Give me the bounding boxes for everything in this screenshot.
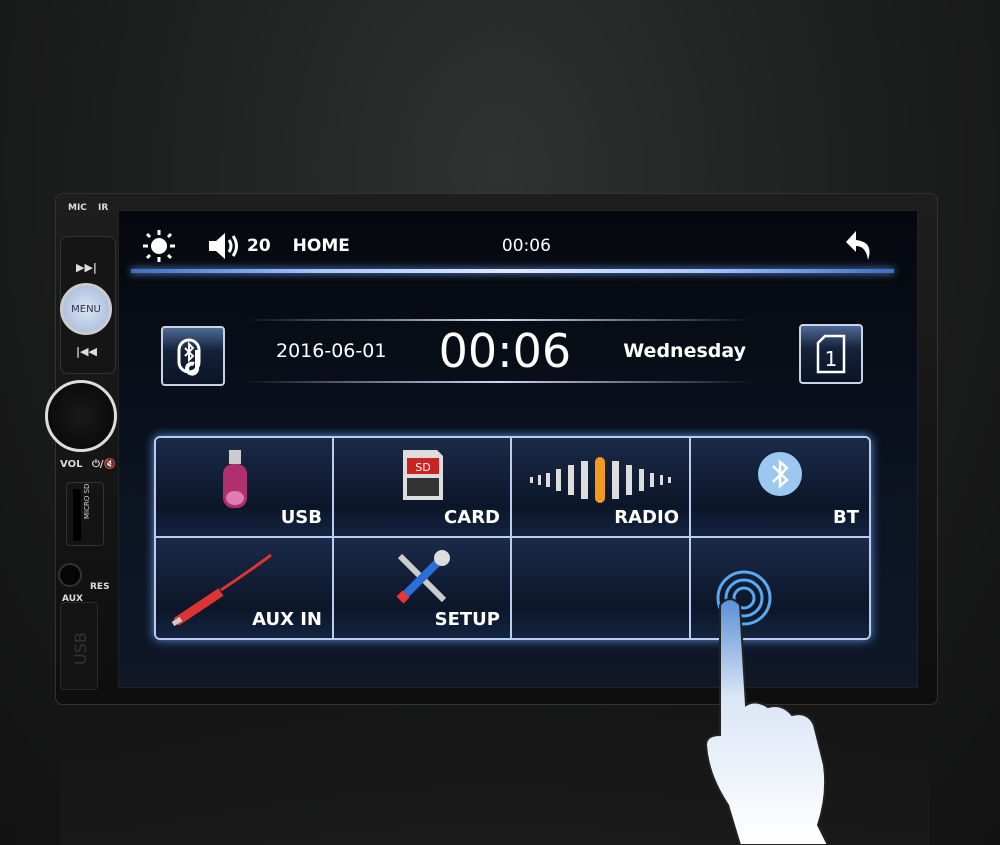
menu-button[interactable]: MENU [60,283,112,335]
radio-wave-icon [529,457,671,503]
volume-icon[interactable] [207,231,243,261]
mic-label: MIC [68,203,87,213]
mode-label: HOME [292,236,350,256]
back-icon[interactable] [844,229,874,263]
tile-bt[interactable]: BT [691,438,869,538]
bluetooth-music-button[interactable] [161,326,225,386]
next-track-button[interactable]: ▶▶| [76,261,97,274]
date-text: 2016-06-01 [276,340,387,362]
power-mute-label: ⏻/🔇 [92,459,117,470]
status-time: 00:06 [501,236,551,256]
clock-panel: 2016-06-01 00:06 Wednesday [244,319,754,383]
tile-setup[interactable]: SETUP [334,538,512,638]
clock-time: 00:06 [438,324,572,378]
usb-port[interactable]: USB [60,602,98,690]
tile-radio[interactable]: RADIO [512,438,691,538]
weekday-text: Wednesday [623,340,746,362]
sd-card-icon: SD [403,450,443,500]
micro-sd-slot[interactable]: MICRO SD [66,482,104,546]
hand-pointer-illustration [704,598,830,845]
tile-label: BT [833,507,859,528]
bluetooth-music-icon [177,338,201,376]
status-divider [131,269,894,273]
tile-empty[interactable] [512,538,691,638]
status-bar: 20 HOME 00:06 [131,221,894,271]
tile-label: RADIO [614,507,679,528]
volume-level: 20 [247,236,271,256]
tile-label: CARD [444,507,500,528]
tile-label: USB [280,507,322,528]
tile-card[interactable]: SD CARD [334,438,512,538]
tile-label: AUX IN [252,609,322,630]
usb-drive-icon [223,450,248,508]
tile-usb[interactable]: USB [156,438,334,538]
volume-knob[interactable] [45,380,117,452]
svg-text:SD: SD [415,461,430,474]
usb-port-label: USB [71,632,90,665]
aux-jack[interactable] [58,563,82,587]
page-one-button[interactable]: 1 [799,324,863,384]
vol-label: VOL [60,459,83,470]
res-label: RES [90,582,110,592]
ir-label: IR [98,203,109,213]
prev-track-button[interactable]: |◀◀ [76,345,97,358]
bluetooth-icon [758,452,802,496]
page-icon: 1 [816,334,846,374]
brightness-icon[interactable] [141,228,177,264]
tile-aux-in[interactable]: AUX IN [156,538,334,638]
page-number: 1 [825,347,838,371]
tile-label: SETUP [434,609,500,630]
tools-icon [396,550,450,604]
sd-label: MICRO SD [83,483,91,519]
